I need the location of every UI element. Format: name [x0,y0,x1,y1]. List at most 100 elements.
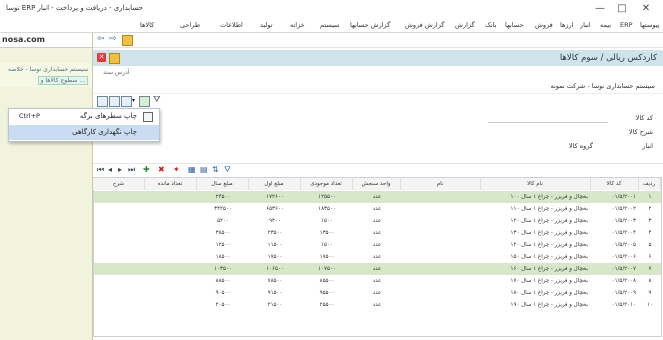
maximize-button[interactable]: □ [612,1,632,17]
menu-item-10[interactable]: گزارش حسابها [350,21,390,29]
table-row[interactable]: ۵ ۰۱/۵/۲۰۰۵ بخچال و فریزر - چراغ ۱ سال ۱۴۰… [94,239,661,251]
filter-icon[interactable]: ⛛ [153,95,161,105]
cell-name: بخچال و فریزر - چراغ ۱ سال ۱۳۰ [510,230,588,236]
menu-item-15[interactable]: طراحی [180,21,200,29]
company-subtitle: سیستم حسابداری نوسا - شرکت نمونه [550,82,655,90]
cell-index: ۱۰ [647,302,653,308]
menu-item-7[interactable]: بانک [485,21,496,29]
header-col-2[interactable]: نام کالا [480,178,591,190]
table-row[interactable]: ۸ ۰۱/۵/۲۰۰۸ بخچال و فریزر - چراغ ۱ سال ۱۷۰… [94,275,661,287]
menu-item-16[interactable]: کالاها [140,21,154,29]
document-toolbar: ▾ ⛛ [93,94,663,108]
cell-name: بخچال و فریزر - چراغ ۱ سال ۱۰۰ [510,194,588,200]
save-icon[interactable] [97,96,108,107]
cell-name: بخچال و فریزر - چراغ ۱ سال ۱۴۰ [510,242,588,248]
cell-index: ۶ [648,254,652,260]
cell-amount-c: ۹۵۵۰۰ [319,290,335,296]
print-icon[interactable] [121,96,132,107]
menu-item-8[interactable]: گزارش [455,21,475,29]
table-row[interactable]: ۹ ۰۱/۵/۲۰۰۹ بخچال و فریزر - چراغ ۱ سال ۱۸۰… [94,287,661,299]
table-row[interactable]: ۶ ۰۱/۵/۲۰۰۶ بخچال و فریزر - چراغ ۱ سال ۱۵۰… [94,251,661,263]
grid-view-icon[interactable]: ▦ [188,165,196,174]
cell-unit: عدد [372,230,382,236]
cell-amount-a: ۲۰۵۰۰ [215,302,231,308]
cell-amount-c: ۱۲۵۵۰۰ [318,194,336,200]
header-col-7[interactable]: مبلغ سال [196,178,249,190]
left-header: سیستم حسابداری نوسا - خلاصه سطوح کالاها … [0,63,92,87]
table-row[interactable]: ۴ ۰۱/۵/۲۰۰۴ بخچال و فریزر - چراغ ۱ سال ۱۳۰… [94,227,661,239]
delete-row-icon[interactable]: ✖ [158,165,165,174]
menu-item-3[interactable]: انبار [580,21,591,29]
cell-amount-a: ۲۴۵۰۰ [215,194,231,200]
close-button[interactable]: ✕ [636,1,656,17]
cell-amount-a: ۹۰۵۰۰ [215,290,231,296]
doc-folder-icon[interactable] [109,53,120,64]
label-desc: شرح کالا [628,128,653,136]
table-row[interactable]: ۱ ۰۱/۵/۲۰۰۱ بخچال و فریزر - چراغ ۱ سال ۱۰۰… [94,191,661,203]
table-row[interactable]: ۱۰ ۰۱/۵/۲۰۱۰ بخچال و فریزر - چراغ ۱ سال ۱۹… [94,299,661,311]
columns-icon[interactable]: ▤ [200,165,208,174]
cancel-icon[interactable]: ✦ [173,165,180,174]
sort-icon[interactable]: ⇅ [212,165,219,174]
window-title: نوسا ERP حسابداری - دریافت و پرداخت - ان… [6,4,143,12]
add-row-icon[interactable]: ✚ [143,165,150,174]
left-line-2[interactable]: سطوح کالاها و ... [37,76,88,85]
filter-grid-icon[interactable]: ⛛ [224,165,231,175]
header-col-4[interactable]: واحد سنجش [352,178,401,190]
menu-item-9[interactable]: گزارش فروش [405,21,444,29]
header-col-8[interactable]: تعداد مانده [144,178,197,190]
menu-item-1[interactable]: ERP [620,21,633,29]
cell-code: ۰۱/۵/۲۰۰۹ [611,290,636,296]
cell-name: بخچال و فریزر - چراغ ۱ سال ۱۱۰ [510,206,588,212]
cell-amount-c: ۱۰۷۵۰۰ [318,266,336,272]
header-col-3[interactable]: نام [400,178,481,190]
code-field[interactable] [488,113,608,123]
nav-row: ⇦ ⇨ [93,33,663,48]
copy-icon[interactable] [109,96,120,107]
address-row: آدرس سند [93,67,663,80]
menu-item-11[interactable]: سیستم [320,21,340,29]
menu-item-4[interactable]: ارزها [560,21,574,29]
label-group: گروه کالا [568,142,593,150]
address-hint: آدرس سند [103,69,130,76]
menu-item-5[interactable]: فروش [535,21,553,29]
forward-arrow-icon[interactable]: ⇨ [109,34,117,44]
menu-item-2[interactable]: بیمه [600,21,611,29]
header-col-9[interactable]: شرح [93,178,145,190]
folder-icon[interactable] [122,35,133,46]
menu-item-0[interactable]: پیوستها [640,21,660,29]
menu-item-14[interactable]: اطلاعات [220,21,243,29]
cell-amount-a: ۸۸۵۰۰ [215,278,231,284]
prev-record-icon[interactable]: ◂ [108,165,112,174]
print-dropdown-chevron-icon[interactable]: ▾ [132,97,135,104]
popup-item-print-rows[interactable]: چاپ سطرهای برگه Ctrl+P [9,109,159,124]
menu-item-12[interactable]: خزانه [290,21,305,29]
header-col-5[interactable]: تعداد موجودی [300,178,353,190]
first-record-icon[interactable]: ⏮ [97,165,104,175]
document-title: کاردکس ریالی / سوم کالاها [559,53,657,63]
popup-item-print-workshop[interactable]: چاپ نگهداری کارگاهی [9,125,159,140]
close-doc-icon[interactable]: ✕ [97,53,106,62]
minimize-button[interactable]: — [590,1,610,17]
cell-unit: عدد [372,302,382,308]
table-row[interactable]: ۳ ۰۱/۵/۲۰۰۳ بخچال و فریزر - چراغ ۱ سال ۱۲۰… [94,215,661,227]
left-line-1[interactable]: سیستم حسابداری نوسا - خلاصه [8,66,88,73]
back-arrow-icon[interactable]: ⇦ [97,34,105,44]
header-col-6[interactable]: مبلغ اول [248,178,301,190]
table-row[interactable]: ۲ ۰۱/۵/۲۰۰۲ بخچال و فریزر - چراغ ۱ سال ۱۱۰… [94,203,661,215]
table-row[interactable]: ۷ ۰۱/۵/۲۰۰۷ بخچال و فریزر - چراغ ۱ سال ۱۶۰… [94,263,661,275]
header-col-1[interactable]: کد کالا [590,178,639,190]
cell-name: بخچال و فریزر - چراغ ۱ سال ۱۹۰ [510,302,588,308]
header-col-0[interactable]: ردیف [638,178,661,190]
cell-index: ۷ [648,266,652,272]
next-record-icon[interactable]: ▸ [118,165,122,174]
menu-item-6[interactable]: حسابها [505,21,524,29]
cell-amount-a: ۱۲۵۰۰ [215,242,231,248]
menu-item-13[interactable]: تولید [260,21,273,29]
cell-amount-b: ۲۱۵۰۰ [267,302,283,308]
cell-index: ۳ [648,218,652,224]
export-icon[interactable] [139,96,150,107]
cell-index: ۲ [648,206,652,212]
cell-code: ۰۱/۵/۲۰۰۴ [611,230,636,236]
last-record-icon[interactable]: ⏭ [128,165,135,175]
